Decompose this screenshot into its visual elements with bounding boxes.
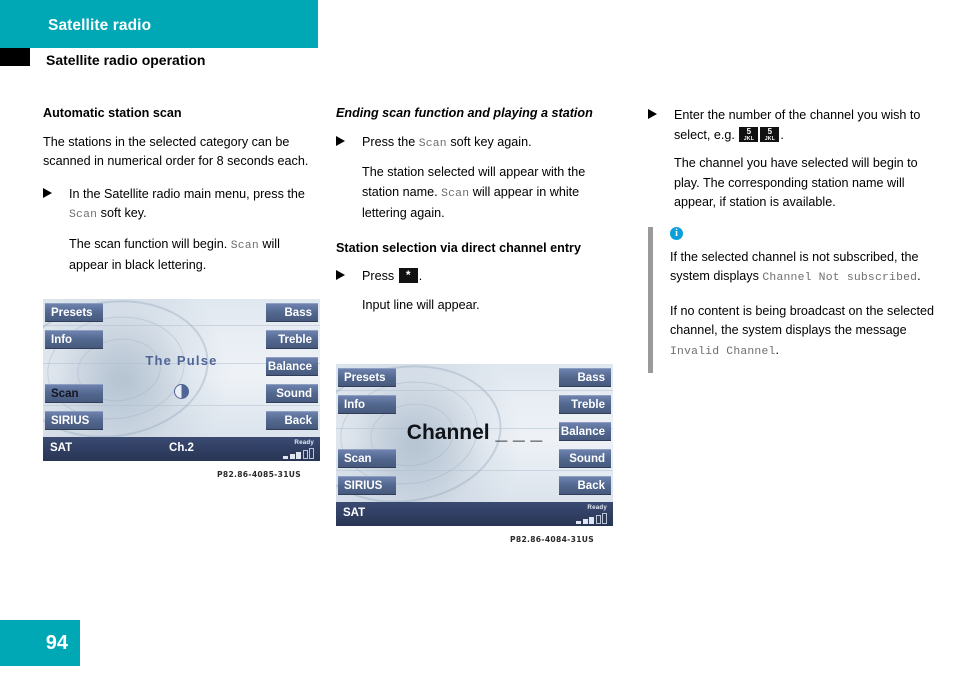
heading-direct-channel-entry: Station selection via direct channel ent… [336, 240, 581, 255]
radio-screen-2: Presets Info Scan SIRIUS Bass Treble Bal… [336, 364, 613, 502]
softkey-presets[interactable]: Presets [45, 303, 103, 322]
status-ready-label: Ready [587, 504, 607, 511]
figure-caption-2: P82.86-4084-31US [510, 535, 595, 544]
page-number: 94 [45, 632, 68, 654]
softkey-name-scan: Scan [441, 187, 470, 200]
status-signal-group: Ready [559, 504, 607, 524]
note-paragraph-2: If no content is being broadcast on the … [670, 302, 938, 363]
softkey-treble[interactable]: Treble [559, 395, 611, 414]
column-left: Automatic station scan The stations in t… [43, 106, 319, 289]
softkey-name-scan: Scan [418, 137, 447, 150]
radio-screen-1: Presets Info Scan SIRIUS Bass Treble Bal… [43, 299, 320, 437]
radio-display-scan: Presets Info Scan SIRIUS Bass Treble Bal… [43, 299, 320, 461]
bullet-text-post: soft key. [97, 206, 147, 220]
bullet-text-post: soft key again. [446, 134, 532, 149]
bullet-enter-channel-number: Enter the number of the channel you wish… [648, 106, 938, 145]
radio-status-bar-1: SAT Ch.2 Ready [43, 437, 320, 461]
softkey-treble[interactable]: Treble [266, 330, 318, 349]
station-name-label: The Pulse [145, 353, 218, 368]
followup-text-pre: The scan function will begin. [69, 236, 231, 251]
bullet-text-pre: Press the [362, 134, 419, 149]
softkey-back[interactable]: Back [559, 476, 611, 495]
bullet-text-pre: Enter the number of the channel you wish… [674, 108, 921, 142]
note-text-post: . [917, 269, 921, 283]
screen-background-line [336, 470, 613, 471]
softkey-info[interactable]: Info [45, 330, 103, 349]
paragraph-scan-intro: The stations in the selected category ca… [43, 134, 309, 169]
system-message-channel-not-subscribed: Channel Not subscribed [762, 272, 918, 284]
softkey-info[interactable]: Info [338, 395, 396, 414]
keypad-key-5-icon: 5 JKL [760, 126, 780, 142]
info-note: i If the selected channel is not subscri… [648, 226, 938, 373]
followup-input-line: Input line will appear. [336, 296, 612, 316]
softkey-presets[interactable]: Presets [338, 368, 396, 387]
signal-strength-icon [559, 513, 607, 524]
half-moon-icon [173, 384, 189, 399]
softkey-sirius[interactable]: SIRIUS [338, 476, 396, 495]
screen-background-line [336, 390, 613, 391]
softkey-sound[interactable]: Sound [559, 449, 611, 468]
bullet-text-pre: In the Satellite radio main menu, press … [69, 186, 305, 201]
bullet-text-post: . [418, 269, 423, 283]
page-title: Satellite radio [48, 17, 152, 34]
softkey-name-scan: Scan [69, 209, 98, 221]
softkey-scan[interactable]: Scan [338, 449, 396, 468]
status-source-label: SAT [343, 507, 366, 519]
radio-status-bar-2: SAT Ready [336, 502, 613, 526]
screen-background-line [43, 405, 320, 406]
bullet-press-star-key: Press *. [336, 267, 612, 287]
bullet-press-scan-again: Press the Scan soft key again. [336, 133, 612, 155]
radio-display-channel-entry: Presets Info Scan SIRIUS Bass Treble Bal… [336, 364, 613, 526]
header-band: Satellite radio [0, 0, 318, 48]
followup-scan-begins: The scan function will begin. Scan will … [43, 235, 319, 276]
triangle-bullet-icon [43, 187, 52, 198]
bullet-press-scan-key: In the Satellite radio main menu, press … [43, 185, 319, 226]
softkey-sirius[interactable]: SIRIUS [45, 411, 103, 430]
softkey-bass[interactable]: Bass [266, 303, 318, 322]
followup-text: The channel you have selected will begin… [674, 156, 918, 209]
section-title: Satellite radio operation [46, 52, 206, 68]
status-ready-label: Ready [294, 439, 314, 446]
footer-band: 94 [0, 620, 80, 666]
followup-channel-plays: The channel you have selected will begin… [648, 154, 938, 213]
status-signal-group: Ready [266, 439, 314, 459]
triangle-bullet-icon [336, 270, 345, 280]
column-right: Enter the number of the channel you wish… [648, 106, 938, 375]
column-middle: Ending scan function and playing a stati… [336, 106, 612, 328]
system-message-invalid-channel: Invalid Channel [670, 345, 776, 358]
triangle-bullet-icon [648, 109, 657, 119]
note-text-pre: If no content is being broadcast on the … [670, 303, 934, 338]
softkey-back[interactable]: Back [266, 411, 318, 430]
bullet-text-post: . [780, 127, 784, 142]
signal-strength-icon [266, 448, 314, 459]
screen-background-line [43, 325, 320, 326]
triangle-bullet-icon [336, 135, 345, 146]
softkey-scan[interactable]: Scan [45, 384, 103, 403]
heading-ending-scan: Ending scan function and playing a stati… [336, 106, 593, 120]
channel-input-line: Channel _ _ _ [406, 421, 543, 444]
keypad-key-5-icon: 5 JKL [739, 126, 759, 142]
chapter-tab-marker [0, 48, 30, 66]
note-text-post: . [775, 342, 780, 357]
star-key-icon: * [398, 268, 418, 283]
figure-caption-1: P82.86-4085-31US [217, 470, 302, 479]
heading-automatic-station-scan: Automatic station scan [43, 106, 182, 120]
softkey-sound[interactable]: Sound [266, 384, 318, 403]
note-paragraph-1: If the selected channel is not subscribe… [670, 248, 938, 289]
bullet-text-pre: Press [362, 269, 398, 283]
note-side-bar [648, 226, 653, 373]
softkey-bass[interactable]: Bass [559, 368, 611, 387]
softkey-name-scan: Scan [230, 239, 259, 252]
followup-station-appears: The station selected will appear with th… [336, 163, 612, 224]
followup-text: Input line will appear. [362, 297, 480, 312]
info-icon: i [670, 226, 683, 240]
